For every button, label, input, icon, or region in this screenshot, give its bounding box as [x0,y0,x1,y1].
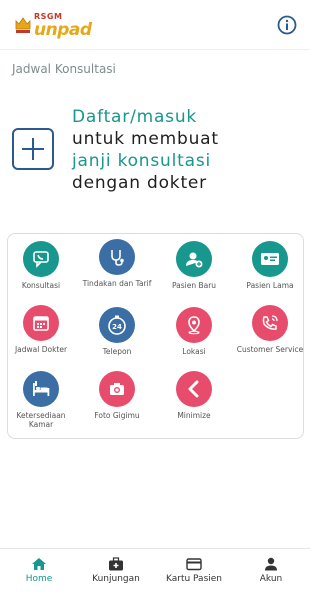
app-header: RSGM unpad [0,0,310,50]
nav-label: Kartu Pasien [165,574,223,584]
stethoscope-icon [99,239,135,275]
id-card-icon [252,241,288,277]
menu-label: Pasien Lama [246,281,294,290]
menu-item-tindakan[interactable]: Tindakan dan Tarif [80,239,154,288]
menu-label: Konsultasi [21,281,61,290]
nav-label: Kunjungan [92,574,140,584]
menu-label: Telepon [102,347,132,356]
cta-line-1: Daftar/masuk [72,107,198,127]
menu-item-telepon[interactable]: 24 Telepon [80,307,154,356]
hospital-bed-icon [23,371,59,407]
menu-item-pasien-baru[interactable]: Pasien Baru [157,241,231,290]
nav-label: Home [25,574,53,584]
location-pin-icon [176,307,212,343]
nav-akun[interactable]: Akun [232,549,310,592]
clock-24-icon: 24 [99,307,135,343]
camera-icon [99,371,135,407]
cta-line-3: janji konsultasi [72,151,211,171]
crown-logo-icon [15,17,31,33]
svg-text:24: 24 [112,323,122,331]
cta-line-4: dengan dokter [72,173,207,193]
nav-home[interactable]: Home [0,549,78,592]
info-icon[interactable] [277,15,297,35]
menu-item-lokasi[interactable]: Lokasi [157,307,231,356]
rsgm-unpad-logo: RSGM unpad [14,12,92,40]
nav-label: Akun [259,574,283,584]
medical-bag-icon [109,557,123,571]
section-title: Jadwal Konsultasi [12,62,116,76]
menu-item-jadwal-dokter[interactable]: Jadwal Dokter [4,305,78,354]
logo-unpad-text: unpad [34,20,92,40]
menu-label: Foto Gigimu [94,411,140,420]
user-icon [265,557,277,571]
register-cta[interactable]: Daftar/masuk untuk membuat janji konsult… [12,106,302,198]
menu-label: Ketersediaan Kamar [16,411,66,429]
calendar-icon [23,305,59,341]
bottom-navigation: Home Kunjungan Kartu Pasien Akun [0,548,310,592]
chevron-left-icon [176,371,212,407]
menu-item-minimize[interactable]: Minimize [157,371,231,420]
menu-grid: Konsultasi Tindakan dan Tarif Pasien Bar… [7,233,304,439]
add-user-icon [176,241,212,277]
menu-item-pasien-lama[interactable]: Pasien Lama [233,241,307,290]
menu-label: Pasien Baru [171,281,217,290]
menu-label: Jadwal Dokter [14,345,68,354]
menu-item-customer-service[interactable]: Customer Service [233,305,307,354]
menu-label: Lokasi [182,347,206,356]
menu-label: Customer Service [236,345,304,354]
plus-icon[interactable] [12,128,54,170]
nav-kunjungan[interactable]: Kunjungan [77,549,155,592]
menu-label: Minimize [177,411,211,420]
menu-label: Tindakan dan Tarif [82,279,152,288]
home-icon [32,558,46,570]
cta-line-2: untuk membuat [72,129,219,149]
menu-item-foto-gigimu[interactable]: Foto Gigimu [80,371,154,420]
nav-kartu-pasien[interactable]: Kartu Pasien [155,549,233,592]
chat-phone-icon [23,241,59,277]
menu-item-konsultasi[interactable]: Konsultasi [4,241,78,290]
menu-item-ketersediaan-kamar[interactable]: Ketersediaan Kamar [4,371,78,429]
phone-call-icon [252,305,288,341]
credit-card-icon [186,558,202,571]
